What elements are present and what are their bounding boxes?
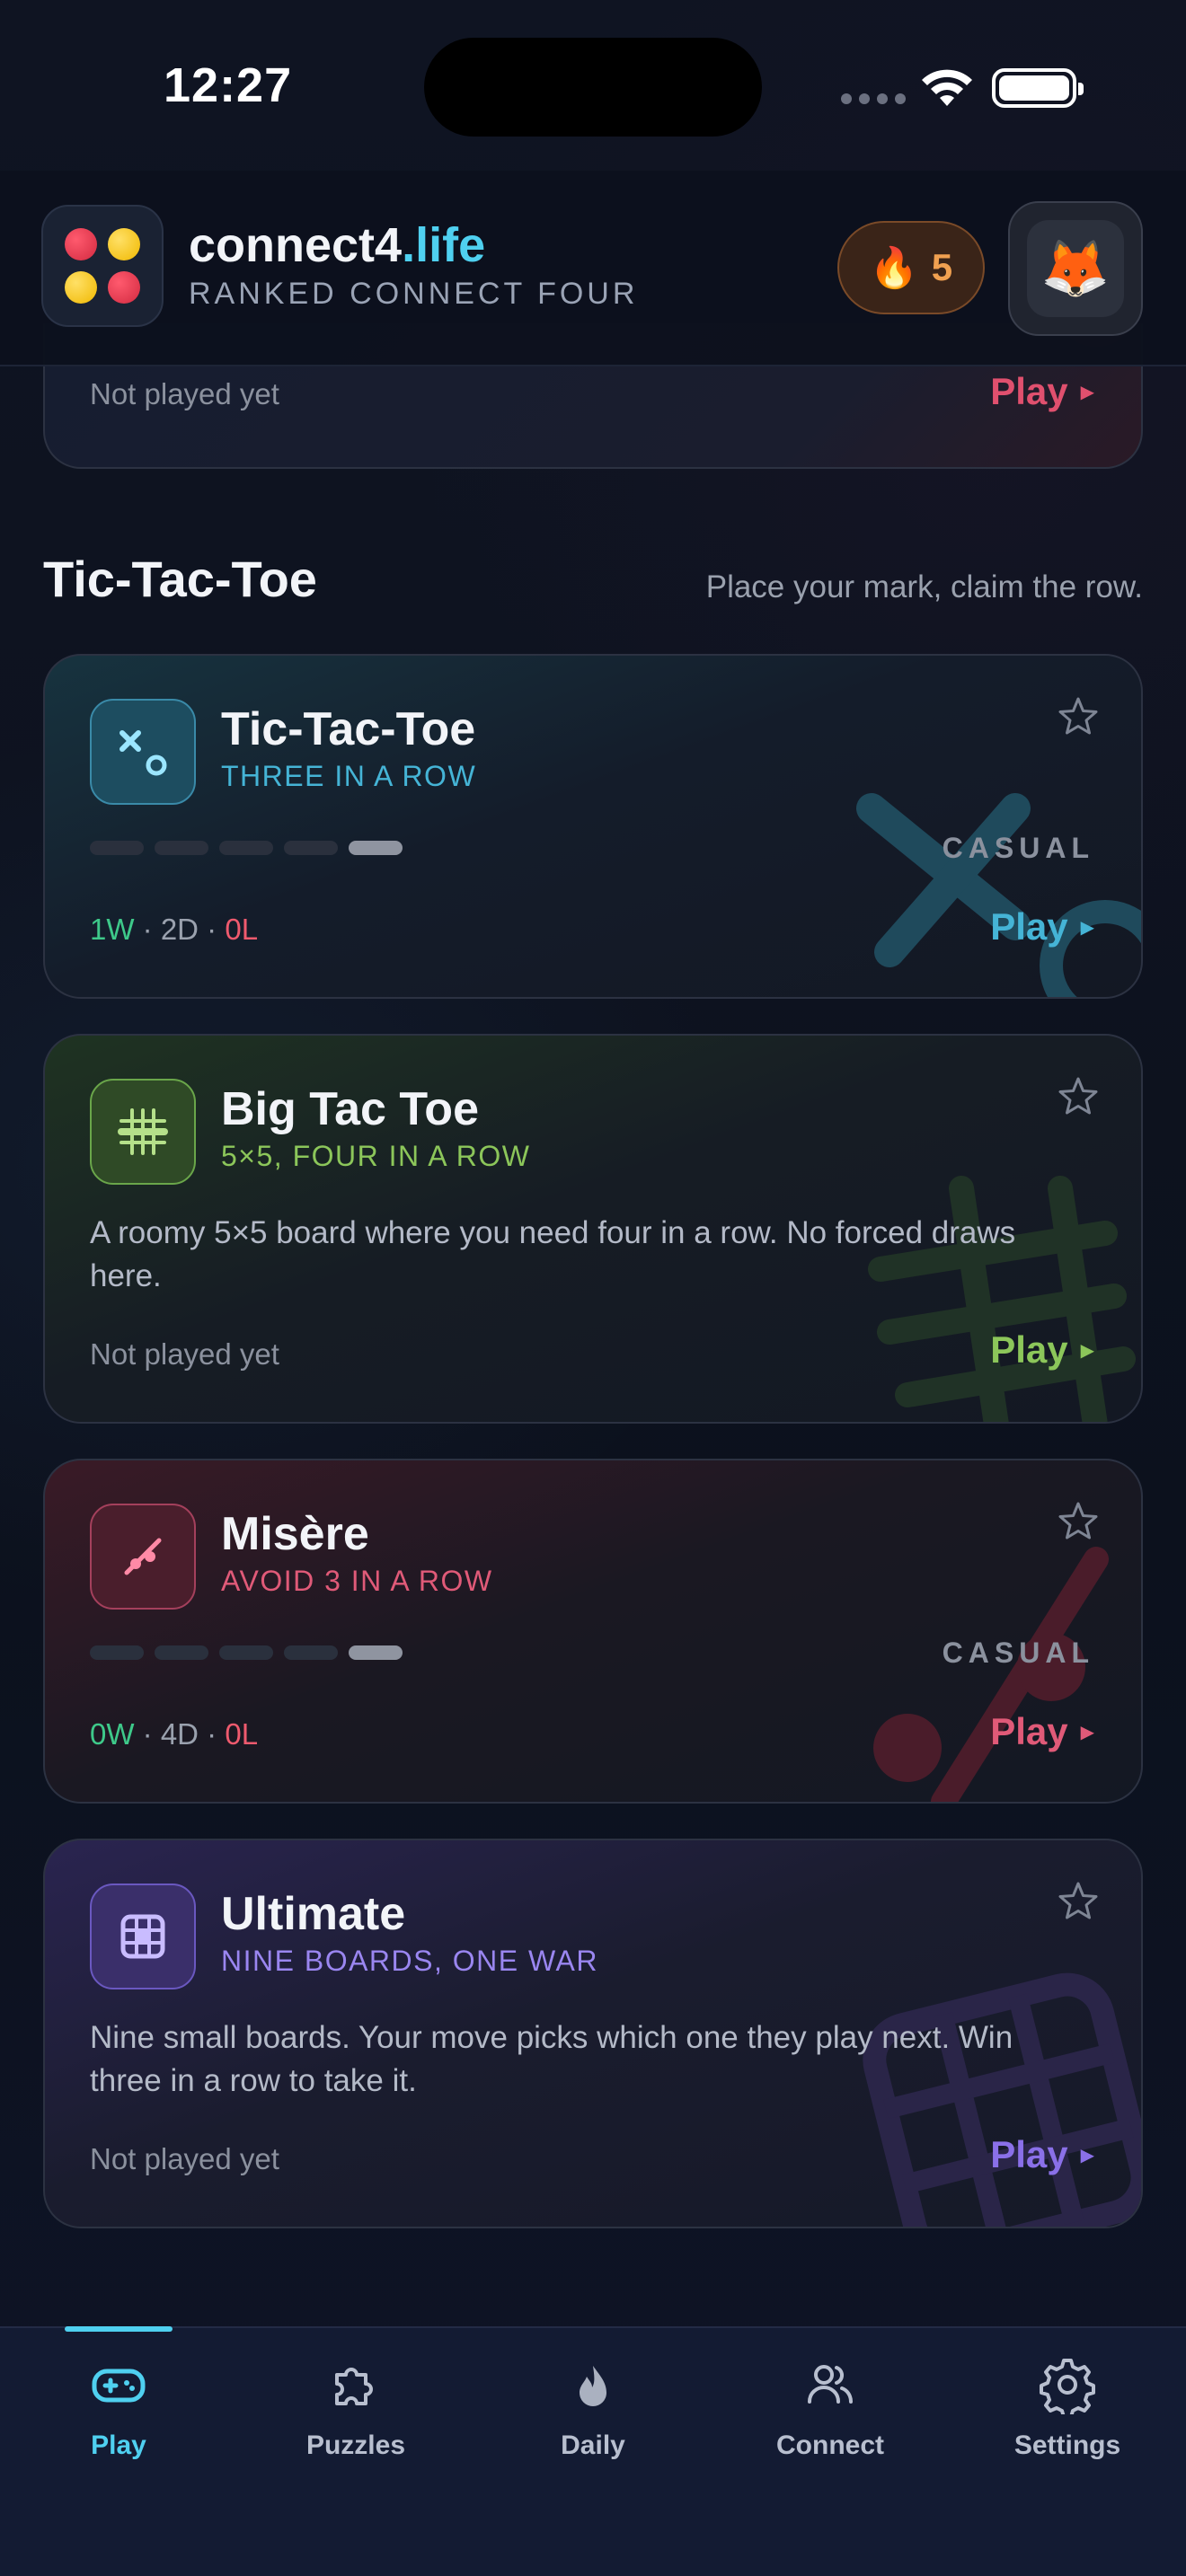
card-title: Big Tac Toe [221, 1083, 479, 1135]
tab-puzzles[interactable]: Puzzles [266, 2355, 446, 2481]
puzzle-icon [335, 2368, 373, 2405]
section-title: Tic-Tac-Toe [43, 551, 317, 607]
favorite-star-icon[interactable] [1057, 1075, 1100, 1118]
status-bar: 12:27 [0, 0, 1186, 171]
card-title: Tic-Tac-Toe [221, 703, 476, 755]
brand-subtitle: RANKED CONNECT FOUR [189, 277, 639, 311]
card-subtitle: NINE BOARDS, ONE WAR [221, 1945, 598, 1977]
win-draw-loss-record: 0W · 4D · 0L [90, 1717, 259, 1751]
section-tagline: Place your mark, claim the row. [705, 569, 1143, 604]
play-button[interactable]: Play ▶ [990, 370, 1094, 413]
misere-icon [90, 1504, 196, 1610]
play-label: Play [990, 1710, 1068, 1752]
avatar-button[interactable]: 🦊 [1008, 201, 1143, 336]
tab-play[interactable]: Play [29, 2355, 208, 2481]
difficulty-meter [90, 841, 403, 855]
card-title: Ultimate [221, 1888, 406, 1940]
play-label: Play [990, 1328, 1068, 1371]
active-tab-indicator [65, 2326, 173, 2332]
gear-icon [1040, 2359, 1095, 2414]
card-title: Misère [221, 1508, 369, 1560]
play-arrow-icon: ▶ [1080, 1722, 1094, 1742]
play-arrow-icon: ▶ [1080, 382, 1094, 402]
play-button[interactable]: Play ▶ [990, 2133, 1094, 2176]
tab-settings[interactable]: Settings [978, 2355, 1157, 2481]
game-card-ultimate[interactable]: Ultimate NINE BOARDS, ONE WAR Nine small… [43, 1839, 1143, 2228]
streak-badge[interactable]: 🔥 5 [837, 221, 985, 314]
tab-label: Play [91, 2430, 146, 2460]
wifi-icon [922, 69, 972, 106]
card-status: Not played yet [90, 1337, 279, 1371]
tab-label: Connect [776, 2430, 884, 2460]
favorite-star-icon[interactable] [1057, 1500, 1100, 1543]
play-button[interactable]: Play ▶ [990, 1710, 1094, 1753]
card-status: Not played yet [90, 377, 279, 410]
play-label: Play [990, 370, 1068, 412]
tab-daily[interactable]: Daily [503, 2355, 683, 2481]
tier-label: CASUAL [942, 832, 1094, 864]
play-label: Play [990, 905, 1068, 948]
tab-label: Settings [1013, 2430, 1121, 2460]
favorite-star-icon[interactable] [1057, 1880, 1100, 1923]
game-card-misere[interactable]: Misère AVOID 3 IN A ROW CASUAL 0W · 4D ·… [43, 1459, 1143, 1804]
card-description: Nine small boards. Your move picks which… [90, 2020, 1013, 2098]
app-header: connect4.life RANKED CONNECT FOUR 🔥 5 🦊 [0, 171, 1186, 366]
bottom-tab-bar: Play Puzzles Daily Connect Settings [0, 2326, 1186, 2576]
flame-icon: 🔥 [869, 246, 919, 290]
win-draw-loss-record: 1W · 2D · 0L [90, 913, 259, 946]
game-card-tic-tac-toe[interactable]: Tic-Tac-Toe THREE IN A ROW CASUAL 1W · 2… [43, 654, 1143, 999]
streak-count: 5 [931, 246, 953, 288]
brand-title: connect4.life [189, 218, 486, 272]
xo-decoration [856, 793, 1141, 997]
play-label: Play [990, 2133, 1068, 2175]
play-button[interactable]: Play ▶ [990, 1328, 1094, 1372]
grid-hash-icon [90, 1079, 196, 1185]
tic-tac-toe-icon [90, 699, 196, 805]
misere-decoration [873, 1547, 1109, 1802]
tab-label: Daily [561, 2430, 625, 2460]
card-subtitle: THREE IN A ROW [221, 760, 477, 792]
gamepad-icon [92, 2369, 146, 2403]
fox-avatar-icon: 🦊 [1027, 220, 1124, 317]
battery-icon [992, 68, 1084, 108]
difficulty-meter [90, 1645, 403, 1660]
nine-grid-icon [90, 1883, 196, 1989]
tab-connect[interactable]: Connect [740, 2355, 920, 2481]
people-icon [808, 2365, 853, 2404]
game-card-big-tac-toe[interactable]: Big Tac Toe 5×5, FOUR IN A ROW A roomy 5… [43, 1034, 1143, 1424]
cellular-signal-icon [841, 93, 906, 104]
dynamic-island [424, 38, 762, 137]
card-status: Not played yet [90, 2142, 279, 2175]
play-button[interactable]: Play ▶ [990, 905, 1094, 948]
flame-icon [580, 2366, 606, 2406]
favorite-star-icon[interactable] [1057, 695, 1100, 738]
status-time: 12:27 [164, 58, 293, 112]
app-logo[interactable] [41, 205, 164, 327]
play-arrow-icon: ▶ [1080, 1340, 1094, 1361]
play-arrow-icon: ▶ [1080, 917, 1094, 938]
tier-label: CASUAL [942, 1636, 1094, 1669]
play-arrow-icon: ▶ [1080, 2145, 1094, 2166]
tab-label: Puzzles [305, 2430, 406, 2460]
card-description: A roomy 5×5 board where you need four in… [90, 1215, 1016, 1293]
card-subtitle: 5×5, FOUR IN A ROW [221, 1140, 531, 1172]
card-subtitle: AVOID 3 IN A ROW [221, 1565, 493, 1597]
